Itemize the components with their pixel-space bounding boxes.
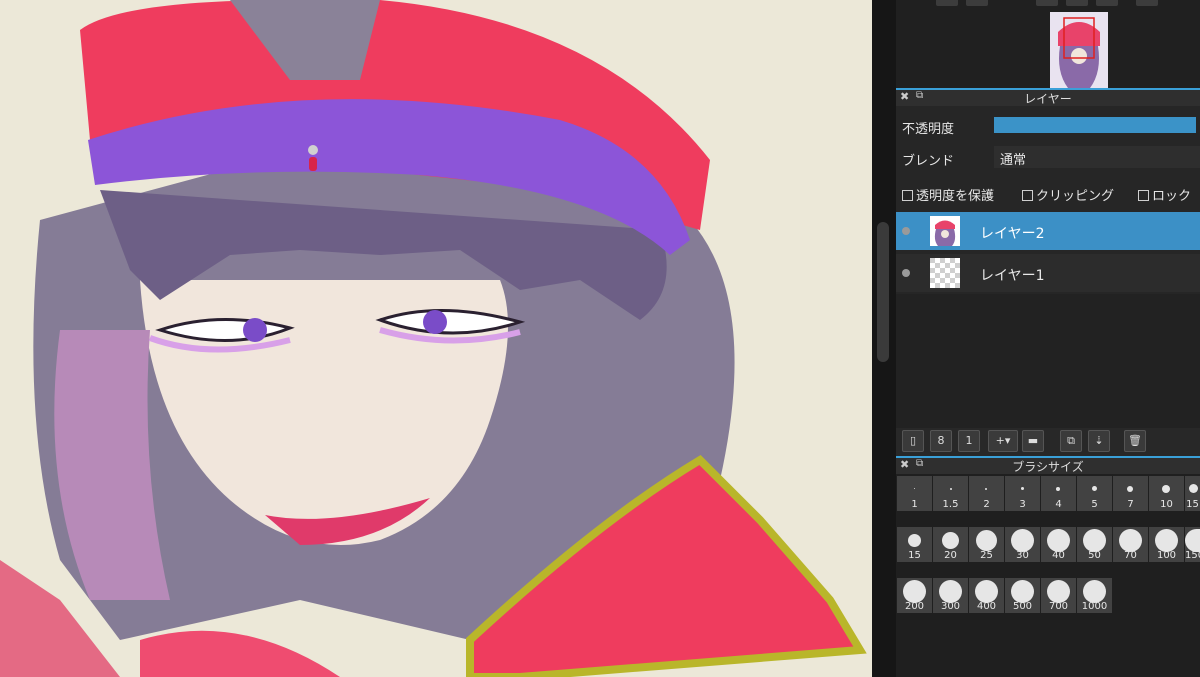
toolbar-button[interactable] — [1036, 0, 1058, 6]
brush-size-cell[interactable]: 70 — [1113, 527, 1148, 562]
brush-panel-title: ブラシサイズ — [1012, 460, 1084, 474]
brush-size-grid: 1 1.5 2 3 4 5 7 10 15 15 20 25 30 40 50 … — [896, 474, 1200, 677]
layer-panel-title: レイヤー — [1024, 92, 1072, 106]
brush-panel-header: ✖ ⧉ ブラシサイズ — [896, 456, 1200, 474]
brush-size-cell[interactable]: 200 — [897, 578, 932, 613]
brush-size-cell[interactable]: 500 — [1005, 578, 1040, 613]
duplicate-layer-icon[interactable]: ⧉ — [1060, 430, 1082, 452]
lock-checkbox[interactable]: ロック — [1138, 185, 1191, 204]
brush-size-cell[interactable]: 5 — [1077, 476, 1112, 511]
toolbar-button[interactable] — [1096, 0, 1118, 6]
visibility-icon[interactable] — [902, 269, 910, 277]
layer-row-2[interactable]: レイヤー2 — [896, 212, 1200, 250]
navigator-panel — [896, 8, 1200, 88]
brush-size-cell[interactable]: 25 — [969, 527, 1004, 562]
side-panel: ✖ ⧉ レイヤー 不透明度 ブレンド 通常 透明度を保護 クリッピング ロック … — [896, 0, 1200, 677]
protect-alpha-checkbox[interactable]: 透明度を保護 — [902, 185, 994, 204]
clipping-checkbox[interactable]: クリッピング — [1022, 185, 1114, 204]
brush-size-cell[interactable]: 150 — [1185, 527, 1200, 562]
brush-size-cell[interactable]: 1 — [897, 476, 932, 511]
navigator-thumbnail[interactable] — [1050, 12, 1108, 88]
add-layer-menu-icon[interactable]: +▾ — [988, 430, 1018, 452]
brush-size-cell[interactable]: 3 — [1005, 476, 1040, 511]
toolbar-button[interactable] — [1136, 0, 1158, 6]
new-1bit-layer-icon[interactable]: 1 — [958, 430, 980, 452]
merge-down-icon[interactable]: ⇣ — [1088, 430, 1110, 452]
canvas-scrollbar[interactable] — [877, 222, 889, 362]
brush-size-cell[interactable]: 10 — [1149, 476, 1184, 511]
brush-size-cell[interactable]: 50 — [1077, 527, 1112, 562]
layer-panel-header: ✖ ⧉ レイヤー — [896, 88, 1200, 106]
toolbar-button[interactable] — [936, 0, 958, 6]
brush-size-cell[interactable]: 15 — [897, 527, 932, 562]
layer-name: レイヤー1 — [980, 268, 1045, 284]
layer-list-empty-area — [896, 294, 1200, 430]
visibility-icon[interactable] — [902, 227, 910, 235]
brush-size-cell[interactable]: 2 — [969, 476, 1004, 511]
toolbar-button[interactable] — [966, 0, 988, 6]
toolbar-button[interactable] — [1066, 0, 1088, 6]
brush-size-cell[interactable]: 7 — [1113, 476, 1148, 511]
brush-size-cell[interactable]: 40 — [1041, 527, 1076, 562]
brush-size-cell[interactable]: 400 — [969, 578, 1004, 613]
new-8bit-layer-icon[interactable]: 8 — [930, 430, 952, 452]
brush-size-cell[interactable]: 700 — [1041, 578, 1076, 613]
brush-size-cell[interactable]: 20 — [933, 527, 968, 562]
layer-thumbnail-transparent — [930, 258, 960, 288]
drawing-canvas[interactable] — [0, 0, 872, 677]
layer-actions-toolbar: ▯ 8 1 +▾ ▬ ⧉ ⇣ 🗑 — [896, 428, 1200, 456]
brush-size-cell[interactable]: 300 — [933, 578, 968, 613]
layer-row-1[interactable]: レイヤー1 — [896, 254, 1200, 292]
brush-size-cell[interactable]: 15 — [1185, 476, 1200, 511]
brush-size-cell[interactable]: 100 — [1149, 527, 1184, 562]
opacity-slider[interactable] — [994, 117, 1196, 133]
brush-size-cell[interactable]: 30 — [1005, 527, 1040, 562]
blend-mode-value: 通常 — [1000, 153, 1027, 168]
layer-thumbnail — [930, 216, 960, 246]
brush-size-cell[interactable]: 4 — [1041, 476, 1076, 511]
new-layer-icon[interactable]: ▯ — [902, 430, 924, 452]
folder-icon[interactable]: ▬ — [1022, 430, 1044, 452]
blend-label: ブレンド — [902, 154, 955, 169]
blend-mode-select[interactable]: 通常 — [994, 146, 1200, 168]
layer-name: レイヤー2 — [980, 226, 1045, 242]
brush-size-cell[interactable]: 1000 — [1077, 578, 1112, 613]
trash-icon[interactable]: 🗑 — [1124, 430, 1146, 452]
opacity-label: 不透明度 — [902, 122, 955, 137]
brush-size-cell[interactable]: 1.5 — [933, 476, 968, 511]
top-toolbar — [896, 0, 1200, 8]
